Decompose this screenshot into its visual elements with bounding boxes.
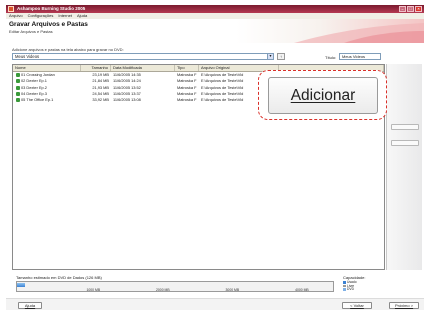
sidebar-action-button[interactable] [391, 124, 419, 130]
file-date: 11/6/2005 13:08 [113, 97, 141, 103]
highlight-callout: Adicionar [258, 70, 387, 120]
column-header-size[interactable]: Tamanho [81, 65, 111, 71]
brand-swoosh-graphic [294, 23, 424, 43]
folder-up-button[interactable]: ↑ [277, 53, 285, 60]
folder-path-combo[interactable]: Meus Videos ▼ [12, 53, 274, 60]
file-name: 03 Dexter Ep.2 [21, 84, 47, 90]
disc-title-input[interactable]: Meus Videos [339, 53, 381, 60]
file-size: 33,92 MB [92, 97, 109, 103]
video-file-icon [16, 85, 20, 90]
chevron-down-icon[interactable]: ▼ [267, 54, 273, 59]
title-label: Título: [325, 55, 337, 60]
sidebar-action-button[interactable] [391, 140, 419, 146]
maximize-icon[interactable]: □ [407, 6, 414, 12]
file-type: Matroska F [177, 97, 197, 103]
scale-tick-label: 3000 MB [225, 288, 240, 292]
scale-tick-label: 2000 MB [156, 288, 170, 292]
next-button[interactable]: Próximo > [389, 302, 419, 309]
column-header-date[interactable]: Data Modificada [111, 65, 175, 71]
add-button[interactable]: Adicionar [268, 77, 378, 114]
back-button[interactable]: < Voltar [342, 302, 372, 309]
folder-path-value: Meus Videos [15, 54, 40, 59]
file-name: 04 Dexter Ep.3 [21, 90, 47, 96]
instruction-text: Adicione arquivos e pastas na tela abaix… [12, 47, 124, 52]
scale-tick-label: 1000 MB [86, 288, 101, 292]
minimize-icon[interactable]: – [399, 6, 406, 12]
capacity-legend: Usado Livre DVD [343, 280, 385, 292]
video-file-icon [16, 72, 20, 77]
action-sidebar [386, 64, 422, 270]
close-icon[interactable]: × [415, 6, 422, 12]
page-subtitle: Editar Arquivos e Pastas [9, 29, 53, 34]
page-header: Gravar Arquivos e Pastas Editar Arquivos… [6, 19, 424, 43]
free-swatch-icon [343, 284, 346, 288]
file-name: 05 The Office Ep.1 [21, 97, 54, 103]
video-file-icon [16, 79, 20, 84]
capacity-scale: 1000 MB 2000 MB 3000 MB 4000 MB [17, 288, 333, 292]
help-button[interactable]: Ajuda [18, 302, 42, 309]
window-titlebar: Ashampoo Burning Studio 2005 – □ × [6, 5, 424, 13]
capacity-bar-fill [17, 283, 25, 287]
used-swatch-icon [343, 281, 346, 284]
legend-dvd: DVD [347, 287, 354, 292]
app-icon [8, 6, 14, 12]
window-controls: – □ × [399, 6, 422, 12]
wizard-footer: Ajuda < Voltar Próximo > [6, 298, 424, 310]
estimated-size-label: Tamanho estimado em DVD de Dados (126 MB… [16, 275, 102, 280]
video-file-icon [16, 91, 20, 96]
file-name: 02 Dexter Ep.1 [21, 78, 47, 84]
column-header-type[interactable]: Tipo [175, 65, 199, 71]
disc-swatch-icon [343, 288, 346, 291]
scale-tick-label: 4000 MB [295, 288, 309, 292]
video-file-icon [16, 98, 20, 103]
capacity-bar: 1000 MB 2000 MB 3000 MB 4000 MB [16, 281, 334, 292]
column-header-name[interactable]: Nome [13, 65, 81, 71]
page-title: Gravar Arquivos e Pastas [9, 21, 88, 28]
file-name: 01 Crossing Jordan [21, 72, 55, 77]
window-title: Ashampoo Burning Studio 2005 [17, 6, 86, 11]
